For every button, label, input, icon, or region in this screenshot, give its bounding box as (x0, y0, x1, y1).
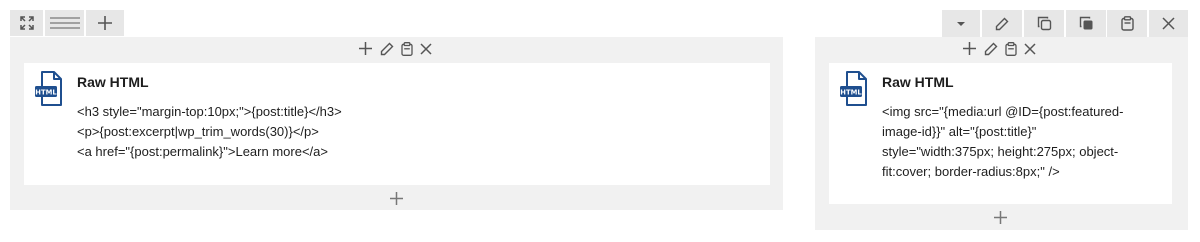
add-icon (390, 192, 403, 205)
html-file-icon: HTML (34, 71, 64, 112)
delete-column-button[interactable] (1149, 10, 1188, 37)
layout-button[interactable] (45, 10, 84, 36)
right-element-controls (962, 41, 1036, 56)
add-icon (994, 211, 1007, 224)
add-icon (98, 16, 112, 30)
paste-icon (1120, 16, 1134, 31)
left-raw-html-element[interactable]: HTML Raw HTML <h3 style="margin-top:10px… (24, 63, 770, 185)
edit-column-button[interactable] (982, 10, 1022, 37)
code-preview: <h3 style="margin-top:10px;">{post:title… (77, 102, 342, 162)
html-file-icon: HTML (839, 71, 869, 112)
expand-button[interactable] (10, 10, 43, 36)
expand-icon (19, 16, 34, 30)
add-column-button[interactable] (86, 10, 124, 36)
paste-column-button[interactable] (1107, 10, 1147, 37)
add-element-below-button[interactable] (993, 210, 1008, 230)
column-options-button[interactable] (942, 10, 980, 37)
svg-text:HTML: HTML (840, 89, 862, 97)
add-icon[interactable] (962, 41, 977, 56)
element-title: Raw HTML (77, 74, 149, 90)
code-preview: <img src="{media:url @ID={post:featured-… (882, 102, 1123, 182)
edit-icon[interactable] (984, 42, 998, 56)
edit-icon[interactable] (380, 42, 394, 56)
paste-icon[interactable] (401, 41, 413, 56)
close-icon (1162, 17, 1175, 30)
element-title: Raw HTML (882, 74, 954, 90)
svg-text:HTML: HTML (35, 89, 57, 97)
edit-icon (995, 17, 1009, 30)
code-line: <h3 style="margin-top:10px;">{post:title… (77, 104, 342, 119)
duplicate-icon (1037, 16, 1051, 31)
code-line: <a href="{post:permalink}">Learn more</a… (77, 144, 328, 159)
add-element-below-button[interactable] (389, 191, 404, 211)
code-line: image-id}}" alt="{post:title}" (882, 124, 1037, 139)
code-line: <img src="{media:url @ID={post:featured- (882, 104, 1124, 119)
right-raw-html-element[interactable]: HTML Raw HTML <img src="{media:url @ID={… (829, 63, 1172, 204)
chevron-down-icon (957, 21, 965, 26)
left-element-controls (358, 41, 432, 56)
copy-column-button[interactable] (1066, 10, 1106, 37)
list-layout-icon (49, 17, 80, 29)
code-line: fit:cover; border-radius:8px;" /> (882, 164, 1060, 179)
code-line: style="width:375px; height:275px; object… (882, 144, 1119, 159)
paste-icon[interactable] (1005, 41, 1017, 56)
copy-icon (1079, 16, 1092, 30)
duplicate-column-button[interactable] (1024, 10, 1064, 37)
close-icon[interactable] (420, 42, 432, 55)
add-icon[interactable] (358, 41, 373, 56)
code-line: <p>{post:excerpt|wp_trim_words(30)}</p> (77, 124, 319, 139)
close-icon[interactable] (1024, 42, 1036, 55)
